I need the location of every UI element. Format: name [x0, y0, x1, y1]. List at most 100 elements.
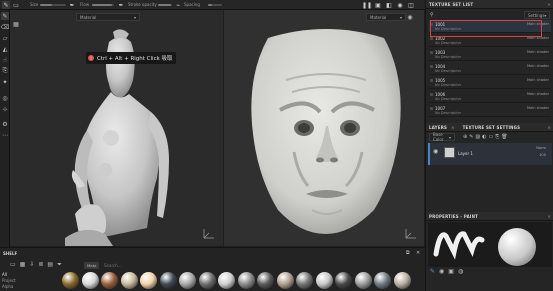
- paint-layer-icon[interactable]: ✎: [469, 134, 473, 140]
- brush-tab-icon[interactable]: ✎: [430, 268, 435, 275]
- texture-set-checkbox[interactable]: [430, 37, 433, 40]
- lazy-mouse-icon[interactable]: ⌁: [174, 1, 182, 9]
- viewport-2d-mode-dropdown[interactable]: Material ▾: [366, 13, 406, 21]
- pause-icon[interactable]: ❚❚: [362, 1, 372, 9]
- paint-tool-icon[interactable]: ✎: [1, 12, 9, 20]
- viewport-3d-mode-dropdown[interactable]: Material ▾: [76, 13, 140, 21]
- list-view-icon[interactable]: ≣: [38, 261, 43, 269]
- brush-size-icon[interactable]: ▭: [12, 1, 20, 9]
- mode-icon[interactable]: ◫: [407, 1, 415, 9]
- close-icon[interactable]: ✕: [547, 125, 551, 130]
- folder-icon[interactable]: ▭: [489, 134, 494, 140]
- grid-view-icon[interactable]: ▦: [20, 261, 26, 269]
- shelf-material-item[interactable]: [315, 272, 333, 289]
- geometry-mask-icon[interactable]: ◎: [1, 94, 9, 102]
- alpha-tab-icon[interactable]: ◉: [439, 268, 444, 275]
- stroke-opacity-slider[interactable]: [158, 4, 172, 6]
- mask-icon[interactable]: ◐: [482, 134, 486, 140]
- delete-icon[interactable]: 🗑: [501, 134, 507, 140]
- shelf-material-item[interactable]: [179, 272, 196, 289]
- close-icon[interactable]: ✕: [416, 250, 420, 256]
- display-icon[interactable]: ◧: [385, 1, 393, 9]
- texture-set-checkbox[interactable]: [430, 79, 433, 82]
- eraser-tool-icon[interactable]: ⌫: [1, 23, 9, 31]
- layer-row[interactable]: ◉ Layer 1 Norm 100: [428, 143, 552, 165]
- duplicate-icon[interactable]: ⎘: [495, 134, 499, 140]
- texture-set-row[interactable]: 1004 No Description Main shader: [429, 62, 551, 75]
- texture-set-checkbox[interactable]: [430, 51, 433, 54]
- tab-layers[interactable]: LAYERS: [429, 125, 447, 130]
- polygon-fill-icon[interactable]: ◭: [1, 45, 9, 53]
- smudge-tool-icon[interactable]: ☝: [1, 56, 9, 64]
- spacing-slider[interactable]: [208, 4, 222, 6]
- shelf-material-item[interactable]: [159, 272, 177, 289]
- render-icon[interactable]: ▣: [374, 1, 382, 9]
- texture-set-row[interactable]: 1003 No Description Main shader: [429, 48, 551, 61]
- texture-set-shader[interactable]: Main shader: [527, 78, 549, 82]
- shelf-material-item[interactable]: [198, 272, 216, 289]
- clone-tool-icon[interactable]: ⎘: [1, 67, 9, 75]
- grid-overlay-icon[interactable]: ▦: [12, 20, 20, 28]
- texture-set-checkbox[interactable]: [430, 107, 433, 110]
- filter-icon[interactable]: ⏷: [57, 261, 62, 269]
- folder-icon[interactable]: ▭: [10, 261, 16, 269]
- shelf-search-input[interactable]: [104, 262, 224, 269]
- shelf-material-item[interactable]: [237, 272, 255, 289]
- texture-set-row[interactable]: 1005 No Description Main shader: [429, 76, 551, 89]
- stencil-tab-icon[interactable]: ▣: [448, 268, 454, 275]
- shelf-material-item[interactable]: [393, 272, 411, 289]
- settings-button[interactable]: Settings ▾: [524, 11, 550, 19]
- flow-pressure-icon[interactable]: ✒: [117, 1, 125, 9]
- add-effect-icon[interactable]: ⊕: [463, 134, 467, 140]
- import-icon[interactable]: ⇩: [29, 261, 34, 269]
- color-picker-icon[interactable]: ⊹: [1, 105, 9, 113]
- shelf-material-item[interactable]: [354, 272, 372, 289]
- uv-tool-icon[interactable]: ⋯: [1, 131, 9, 139]
- material-picker-icon[interactable]: ✦: [1, 78, 9, 86]
- size-slider[interactable]: [40, 4, 66, 6]
- shelf-material-item[interactable]: [101, 272, 118, 289]
- material-tab-icon[interactable]: ◍: [458, 268, 463, 275]
- shelf-category-alpha[interactable]: Alpha: [2, 284, 16, 290]
- viewport-2d[interactable]: Material ▾ ◉: [224, 10, 424, 246]
- brush-icon[interactable]: ✎: [2, 1, 10, 9]
- pen-pressure-icon[interactable]: ✒: [68, 1, 76, 9]
- texture-set-checkbox[interactable]: [430, 65, 433, 68]
- texture-set-checkbox[interactable]: [430, 93, 433, 96]
- shelf-material-item[interactable]: [374, 272, 391, 289]
- shelf-material-item[interactable]: [81, 272, 99, 289]
- texture-set-shader[interactable]: Main shader: [527, 92, 549, 96]
- camera-icon[interactable]: ◉: [396, 1, 404, 9]
- shelf-material-item[interactable]: [257, 272, 274, 289]
- shelf-material-item[interactable]: [276, 272, 294, 289]
- texture-set-shader[interactable]: Main shader: [527, 106, 549, 110]
- tab-texture-set-settings[interactable]: TEXTURE SET SETTINGS: [463, 125, 521, 130]
- close-icon[interactable]: ✕: [547, 2, 551, 7]
- layer-blend-mode[interactable]: Norm: [536, 146, 546, 150]
- filter-chip[interactable]: Mate: [84, 262, 100, 269]
- texture-set-shader[interactable]: Main shader: [527, 64, 549, 68]
- shelf-material-item[interactable]: [335, 272, 352, 289]
- layer-channel-dropdown[interactable]: Base Color ▾: [429, 132, 455, 142]
- shelf-material-item[interactable]: [62, 272, 79, 289]
- thumbnail-view-icon[interactable]: ▤: [47, 261, 53, 269]
- close-icon[interactable]: ✕: [547, 214, 551, 219]
- texture-set-row[interactable]: 1006 No Description Main shader: [429, 90, 551, 103]
- visibility-icon[interactable]: ◉: [406, 13, 414, 21]
- flow-slider[interactable]: [92, 4, 114, 6]
- symmetry-icon[interactable]: ⚙: [1, 120, 9, 128]
- viewport-3d[interactable]: Material ▾ ▦ ! Ctrl + Alt + Right Click …: [10, 10, 223, 246]
- texture-set-shader[interactable]: Main shader: [527, 50, 549, 54]
- close-icon[interactable]: ✕: [451, 125, 455, 130]
- eye-icon[interactable]: ◉: [433, 148, 438, 155]
- fill-layer-icon[interactable]: ▨: [475, 134, 480, 140]
- shelf-material-item[interactable]: [296, 272, 313, 289]
- projection-tool-icon[interactable]: ▱: [1, 34, 9, 42]
- shelf-material-item[interactable]: [140, 272, 157, 289]
- maximize-icon[interactable]: ⧉: [406, 250, 410, 256]
- shelf-material-item[interactable]: [120, 272, 138, 289]
- filter-icon[interactable]: ⚲: [430, 12, 434, 18]
- shelf-material-item[interactable]: [218, 272, 235, 289]
- layer-opacity[interactable]: 100: [539, 153, 546, 157]
- texture-set-row[interactable]: 1007 No Description Main shader: [429, 104, 551, 117]
